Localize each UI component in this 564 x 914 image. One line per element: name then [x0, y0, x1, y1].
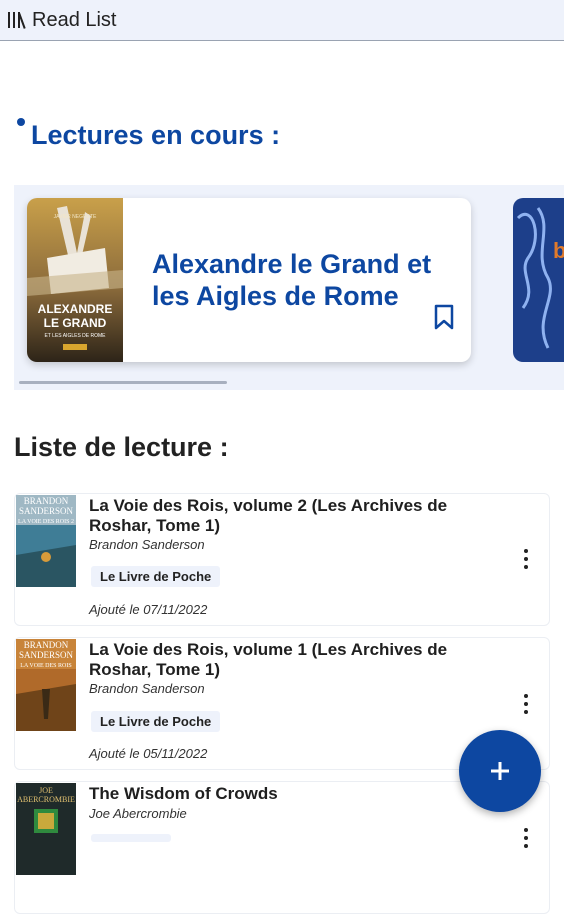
- book-cover: JOE ABERCROMBIE: [16, 783, 76, 875]
- svg-text:SANDERSON: SANDERSON: [19, 650, 74, 660]
- bullet-dot: [17, 118, 25, 126]
- plus-icon: [491, 762, 509, 780]
- add-book-button[interactable]: [459, 730, 541, 812]
- next-book-card[interactable]: b: [513, 198, 564, 362]
- book-cover: JAVIER NEGRETE ALEXANDRE LE GRAND ET LES…: [27, 198, 123, 362]
- svg-text:LE GRAND: LE GRAND: [44, 316, 107, 330]
- publisher-badge: Le Livre de Poche: [91, 566, 221, 587]
- app-bar: Read List: [0, 0, 564, 41]
- current-book-card[interactable]: JAVIER NEGRETE ALEXANDRE LE GRAND ET LES…: [27, 198, 471, 362]
- publisher-badge: [91, 834, 171, 842]
- book-title[interactable]: The Wisdom of Crowds: [89, 784, 489, 804]
- svg-text:LA VOIE DES ROIS 2: LA VOIE DES ROIS 2: [18, 519, 74, 525]
- current-readings-heading: Lectures en cours :: [31, 120, 281, 150]
- next-book-peek: b: [553, 238, 564, 263]
- added-date: Ajouté le 05/11/2022: [89, 746, 208, 761]
- book-author: Brandon Sanderson: [89, 681, 205, 696]
- more-options-icon[interactable]: [519, 826, 533, 852]
- svg-text:LA VOIE DES ROIS: LA VOIE DES ROIS: [20, 663, 71, 669]
- book-cover: BRANDON SANDERSON LA VOIE DES ROIS 2: [16, 495, 76, 587]
- book-author: Joe Abercrombie: [89, 806, 187, 821]
- svg-text:ALEXANDRE: ALEXANDRE: [38, 302, 113, 316]
- book-title[interactable]: La Voie des Rois, volume 2 (Les Archives…: [89, 496, 489, 536]
- svg-text:BRANDON: BRANDON: [24, 640, 69, 650]
- svg-text:BRANDON: BRANDON: [24, 496, 69, 506]
- bookmark-icon[interactable]: [431, 303, 457, 331]
- current-book-title[interactable]: Alexandre le Grand et les Aigles de Rome: [152, 248, 452, 312]
- svg-text:ET LES AIGLES DE ROME: ET LES AIGLES DE ROME: [44, 333, 106, 339]
- cover-author-text: JAVIER NEGRETE: [54, 214, 97, 220]
- carousel-scrollbar[interactable]: [19, 381, 227, 384]
- book-title[interactable]: La Voie des Rois, volume 1 (Les Archives…: [89, 640, 489, 680]
- publisher-badge: Le Livre de Poche: [91, 711, 221, 732]
- book-cover: b: [513, 198, 564, 362]
- svg-text:JOE: JOE: [39, 786, 53, 795]
- svg-text:SANDERSON: SANDERSON: [19, 506, 74, 516]
- book-author: Brandon Sanderson: [89, 537, 205, 552]
- book-cover: BRANDON SANDERSON LA VOIE DES ROIS: [16, 639, 76, 731]
- more-options-icon[interactable]: [519, 547, 533, 573]
- library-icon: [8, 12, 26, 29]
- list-item[interactable]: JOE ABERCROMBIE The Wisdom of Crowds Joe…: [14, 781, 550, 914]
- added-date: Ajouté le 07/11/2022: [89, 602, 208, 617]
- current-readings-carousel[interactable]: JAVIER NEGRETE ALEXANDRE LE GRAND ET LES…: [14, 185, 564, 390]
- more-options-icon[interactable]: [519, 692, 533, 718]
- app-title: Read List: [32, 8, 117, 31]
- list-item[interactable]: BRANDON SANDERSON LA VOIE DES ROIS 2 La …: [14, 493, 550, 626]
- svg-text:ABERCROMBIE: ABERCROMBIE: [17, 795, 75, 804]
- reading-list-heading: Liste de lecture :: [14, 432, 229, 462]
